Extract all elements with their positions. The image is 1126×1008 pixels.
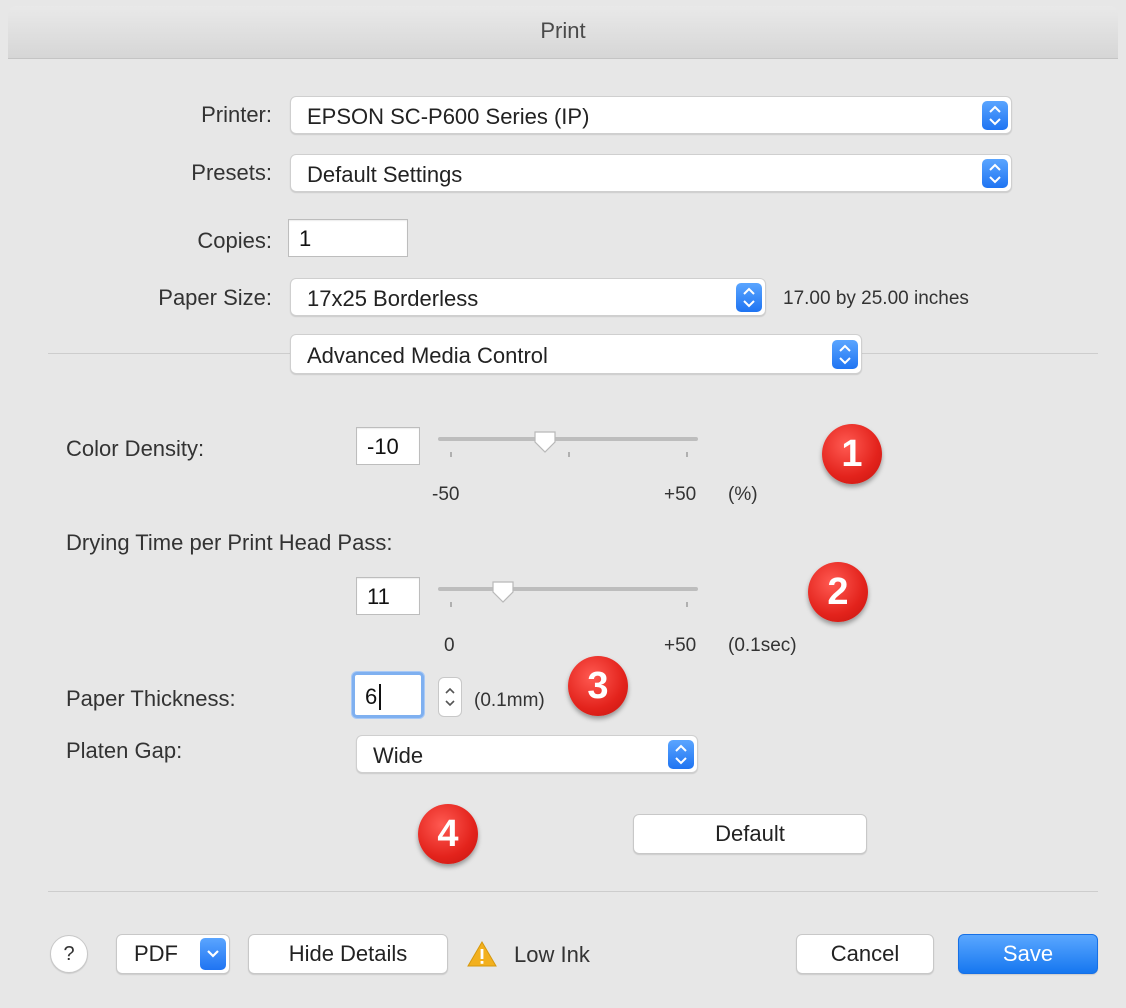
drying-time-max-label: +50: [664, 635, 697, 656]
callout-badge-3: 3: [568, 656, 628, 716]
callout-badge-1: 1: [822, 424, 882, 484]
paper-thickness-value: 6: [365, 684, 378, 709]
paper-size-value: 17x25 Borderless: [307, 286, 479, 311]
updown-chevron-icon: [982, 159, 1008, 188]
chevron-down-icon: [200, 938, 226, 970]
color-density-slider-track[interactable]: [438, 437, 698, 441]
paper-thickness-stepper[interactable]: [438, 677, 462, 717]
color-density-value: -10: [367, 434, 399, 459]
color-density-unit: (%): [728, 484, 758, 505]
panel-selector-value: Advanced Media Control: [307, 343, 548, 368]
copies-field[interactable]: 1: [288, 219, 408, 257]
color-density-slider-thumb[interactable]: [532, 429, 558, 460]
presets-label: Presets:: [191, 160, 272, 185]
printer-popup[interactable]: EPSON SC-P600 Series (IP): [290, 96, 1012, 134]
updown-chevron-icon: [668, 740, 694, 769]
slider-tick: [450, 452, 452, 457]
drying-time-value: 11: [367, 584, 390, 609]
warning-icon: [466, 940, 498, 973]
updown-chevron-icon: [832, 340, 858, 369]
window-title: Print: [540, 18, 586, 43]
copies-label: Copies:: [197, 228, 272, 253]
updown-chevron-icon: [736, 283, 762, 312]
paper-size-label: Paper Size:: [158, 285, 272, 310]
separator-bottom: [48, 891, 1098, 892]
default-button[interactable]: Default: [633, 814, 867, 854]
help-button[interactable]: ?: [50, 935, 88, 973]
title-bar: Print: [8, 6, 1118, 59]
color-density-field[interactable]: -10: [356, 427, 420, 465]
color-density-label: Color Density:: [66, 436, 205, 461]
presets-value: Default Settings: [307, 162, 463, 187]
stepper-arrows-icon: [445, 687, 455, 707]
copies-value: 1: [299, 226, 312, 251]
platen-gap-label: Platen Gap:: [66, 738, 183, 763]
paper-size-popup[interactable]: 17x25 Borderless: [290, 278, 766, 316]
slider-tick: [686, 452, 688, 457]
text-cursor: [379, 684, 381, 710]
hide-details-button[interactable]: Hide Details: [248, 934, 448, 974]
paper-thickness-label: Paper Thickness:: [66, 686, 236, 711]
printer-value: EPSON SC-P600 Series (IP): [307, 104, 590, 129]
drying-time-unit: (0.1sec): [728, 635, 797, 656]
panel-selector-popup[interactable]: Advanced Media Control: [290, 334, 862, 374]
drying-time-slider-thumb[interactable]: [490, 579, 516, 610]
drying-time-label: Drying Time per Print Head Pass:: [66, 530, 393, 555]
platen-gap-popup[interactable]: Wide: [356, 735, 698, 773]
updown-chevron-icon: [982, 101, 1008, 130]
paper-size-dimensions: 17.00 by 25.00 inches: [783, 288, 969, 309]
pdf-menu-button[interactable]: PDF: [116, 934, 230, 974]
drying-time-field[interactable]: 11: [356, 577, 420, 615]
color-density-max-label: +50: [664, 484, 697, 505]
slider-tick: [568, 452, 570, 457]
drying-time-min-label: 0: [444, 635, 455, 656]
low-ink-text: Low Ink: [514, 942, 590, 967]
pdf-label: PDF: [134, 941, 178, 966]
platen-gap-value: Wide: [373, 743, 424, 768]
cancel-button[interactable]: Cancel: [796, 934, 934, 974]
paper-thickness-unit: (0.1mm): [474, 690, 545, 711]
callout-badge-4: 4: [418, 804, 478, 864]
callout-badge-2: 2: [808, 562, 868, 622]
save-button[interactable]: Save: [958, 934, 1098, 974]
paper-thickness-field[interactable]: 6: [352, 672, 424, 718]
printer-label: Printer:: [201, 102, 272, 127]
slider-tick: [686, 602, 688, 607]
slider-tick: [450, 602, 452, 607]
presets-popup[interactable]: Default Settings: [290, 154, 1012, 192]
color-density-min-label: -50: [432, 484, 460, 505]
drying-time-slider-track[interactable]: [438, 587, 698, 591]
